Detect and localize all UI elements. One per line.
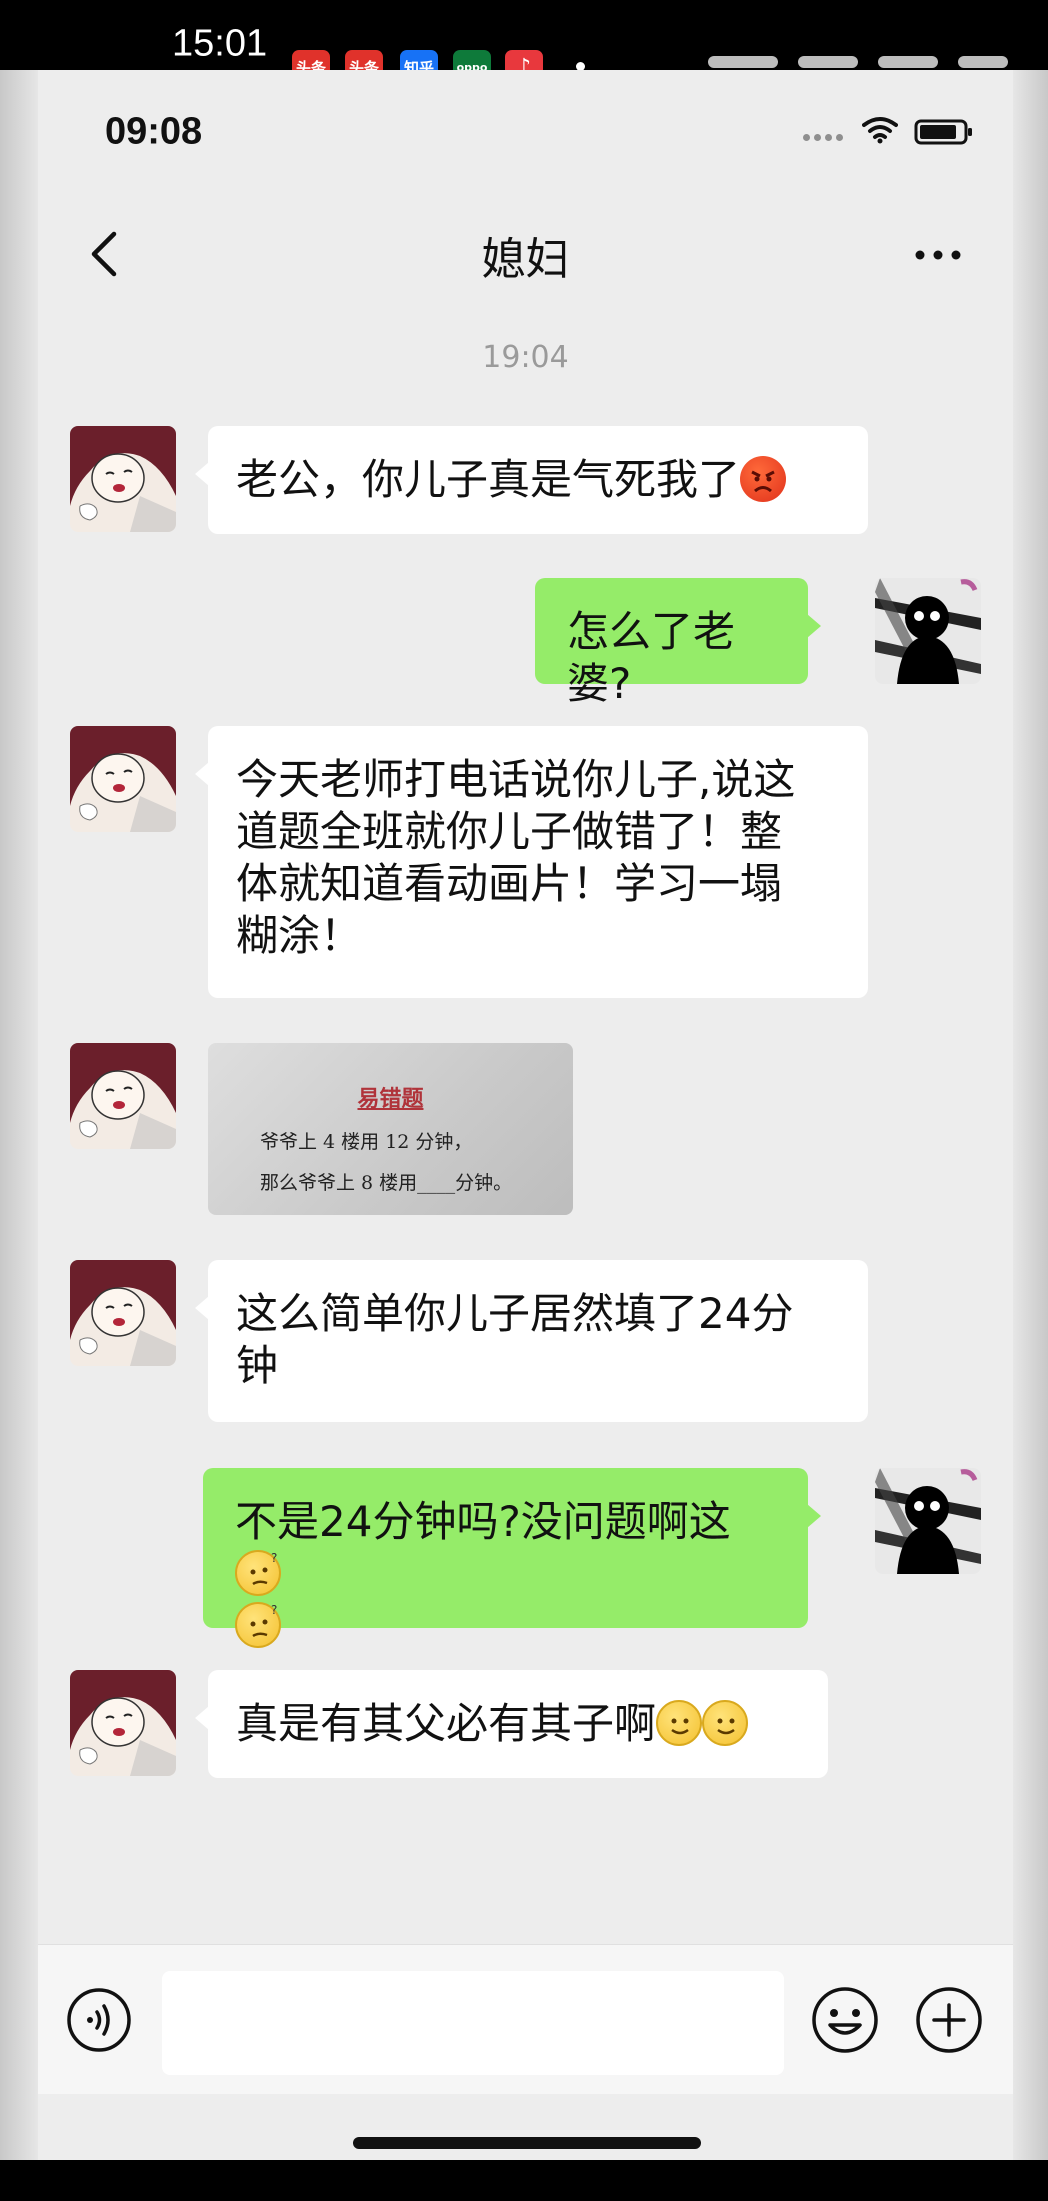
wifi-icon bbox=[862, 117, 898, 144]
bubble-tail bbox=[195, 1706, 209, 1730]
silhouette-avatar-icon bbox=[875, 1468, 981, 1574]
device-status-bar: 15:01 头条 头条 知乎 oppo ♪ bbox=[0, 0, 1048, 84]
thinking-face-icon: ? bbox=[235, 1602, 281, 1648]
voice-input-icon[interactable] bbox=[66, 1987, 132, 2053]
svg-text:?: ? bbox=[271, 1552, 277, 1565]
message-text-line: 糊涂！ bbox=[236, 911, 363, 960]
bubble-tail bbox=[195, 1296, 209, 1320]
emoji-picker-icon[interactable] bbox=[810, 1985, 880, 2055]
cartoon-girl-avatar-icon bbox=[70, 1043, 176, 1149]
message-text-line: 今天老师打电话说你儿子,说这 bbox=[236, 755, 796, 804]
message-bubble-outgoing[interactable]: 不是24分钟吗?没问题啊这 ? ? bbox=[203, 1468, 821, 1648]
message-text-line: 道题全班就你儿子做错了！整 bbox=[236, 807, 783, 856]
message-input-bar bbox=[38, 1944, 1013, 2094]
angry-face-icon bbox=[740, 456, 787, 502]
background-edge bbox=[0, 70, 38, 2160]
contact-avatar[interactable] bbox=[70, 1043, 176, 1149]
cartoon-girl-avatar-icon bbox=[70, 1670, 176, 1776]
image-text-line: 那么爷爷上 8 楼用____分钟。 bbox=[260, 1172, 513, 1194]
contact-avatar[interactable] bbox=[70, 1670, 176, 1776]
bubble-tail bbox=[807, 614, 821, 638]
battery-icon bbox=[914, 119, 972, 145]
more-options-icon[interactable] bbox=[911, 235, 965, 275]
bubble-tail bbox=[807, 1504, 821, 1528]
bubble-tail bbox=[195, 762, 209, 786]
home-indicator[interactable] bbox=[353, 2137, 701, 2149]
message-bubble-outgoing[interactable]: 怎么了老婆? bbox=[535, 578, 821, 708]
message-text: 不是24分钟吗?没问题啊这 bbox=[235, 1497, 731, 1546]
message-bubble-incoming[interactable]: 今天老师打电话说你儿子,说这 道题全班就你儿子做错了！整 体就知道看动画片！学习… bbox=[195, 726, 868, 998]
device-clock: 15:01 bbox=[172, 22, 268, 65]
signal-icon bbox=[803, 134, 853, 142]
message-bubble-incoming[interactable]: 真是有其父必有其子啊 bbox=[195, 1670, 828, 1778]
message-text: 怎么了老婆? bbox=[567, 607, 736, 708]
image-message[interactable]: 易错题 爷爷上 4 楼用 12 分钟， 那么爷爷上 8 楼用____分钟。 bbox=[208, 1043, 573, 1215]
svg-text:?: ? bbox=[271, 1604, 277, 1617]
cartoon-girl-avatar-icon bbox=[70, 1260, 176, 1366]
cartoon-girl-avatar-icon bbox=[70, 426, 176, 532]
user-avatar[interactable] bbox=[875, 1468, 981, 1574]
user-avatar[interactable] bbox=[875, 578, 981, 684]
silhouette-avatar-icon bbox=[875, 578, 981, 684]
message-text: 真是有其父必有其子啊 bbox=[236, 1699, 657, 1748]
message-bubble-incoming[interactable]: 这么简单你儿子居然填了24分 钟 bbox=[195, 1260, 868, 1422]
background-edge bbox=[1013, 70, 1048, 2160]
chat-header: 媳妇 bbox=[38, 190, 1013, 320]
add-attachment-icon[interactable] bbox=[914, 1985, 984, 2055]
chat-screen: 09:08 媳妇 19:04 老公，你儿子真是气死我了 怎么了老婆? 今天老师打… bbox=[38, 70, 1013, 2160]
bubble-tail bbox=[195, 462, 209, 486]
status-bar: 09:08 bbox=[38, 70, 1013, 190]
message-timestamp: 19:04 bbox=[482, 340, 569, 375]
image-title: 易错题 bbox=[357, 1086, 424, 1112]
cartoon-girl-avatar-icon bbox=[70, 726, 176, 832]
device-status-icons bbox=[708, 56, 1008, 70]
smile-face-icon bbox=[656, 1700, 703, 1746]
contact-avatar[interactable] bbox=[70, 1260, 176, 1366]
smile-face-icon bbox=[702, 1700, 749, 1746]
status-time: 09:08 bbox=[105, 110, 203, 153]
thinking-face-icon: ? bbox=[235, 1550, 281, 1596]
message-input[interactable] bbox=[162, 1971, 784, 2075]
chat-title: 媳妇 bbox=[481, 234, 570, 285]
message-text: 老公，你儿子真是气死我了 bbox=[236, 455, 741, 504]
message-text-line: 体就知道看动画片！学习一塌 bbox=[236, 859, 783, 908]
image-text-line: 爷爷上 4 楼用 12 分钟， bbox=[260, 1131, 473, 1153]
message-text-line: 这么简单你儿子居然填了24分 bbox=[236, 1289, 794, 1338]
message-bubble-incoming[interactable]: 老公，你儿子真是气死我了 bbox=[195, 426, 868, 534]
contact-avatar[interactable] bbox=[70, 726, 176, 832]
message-text-line: 钟 bbox=[236, 1341, 279, 1390]
contact-avatar[interactable] bbox=[70, 426, 176, 532]
device-bottom-bar bbox=[0, 2160, 1048, 2201]
